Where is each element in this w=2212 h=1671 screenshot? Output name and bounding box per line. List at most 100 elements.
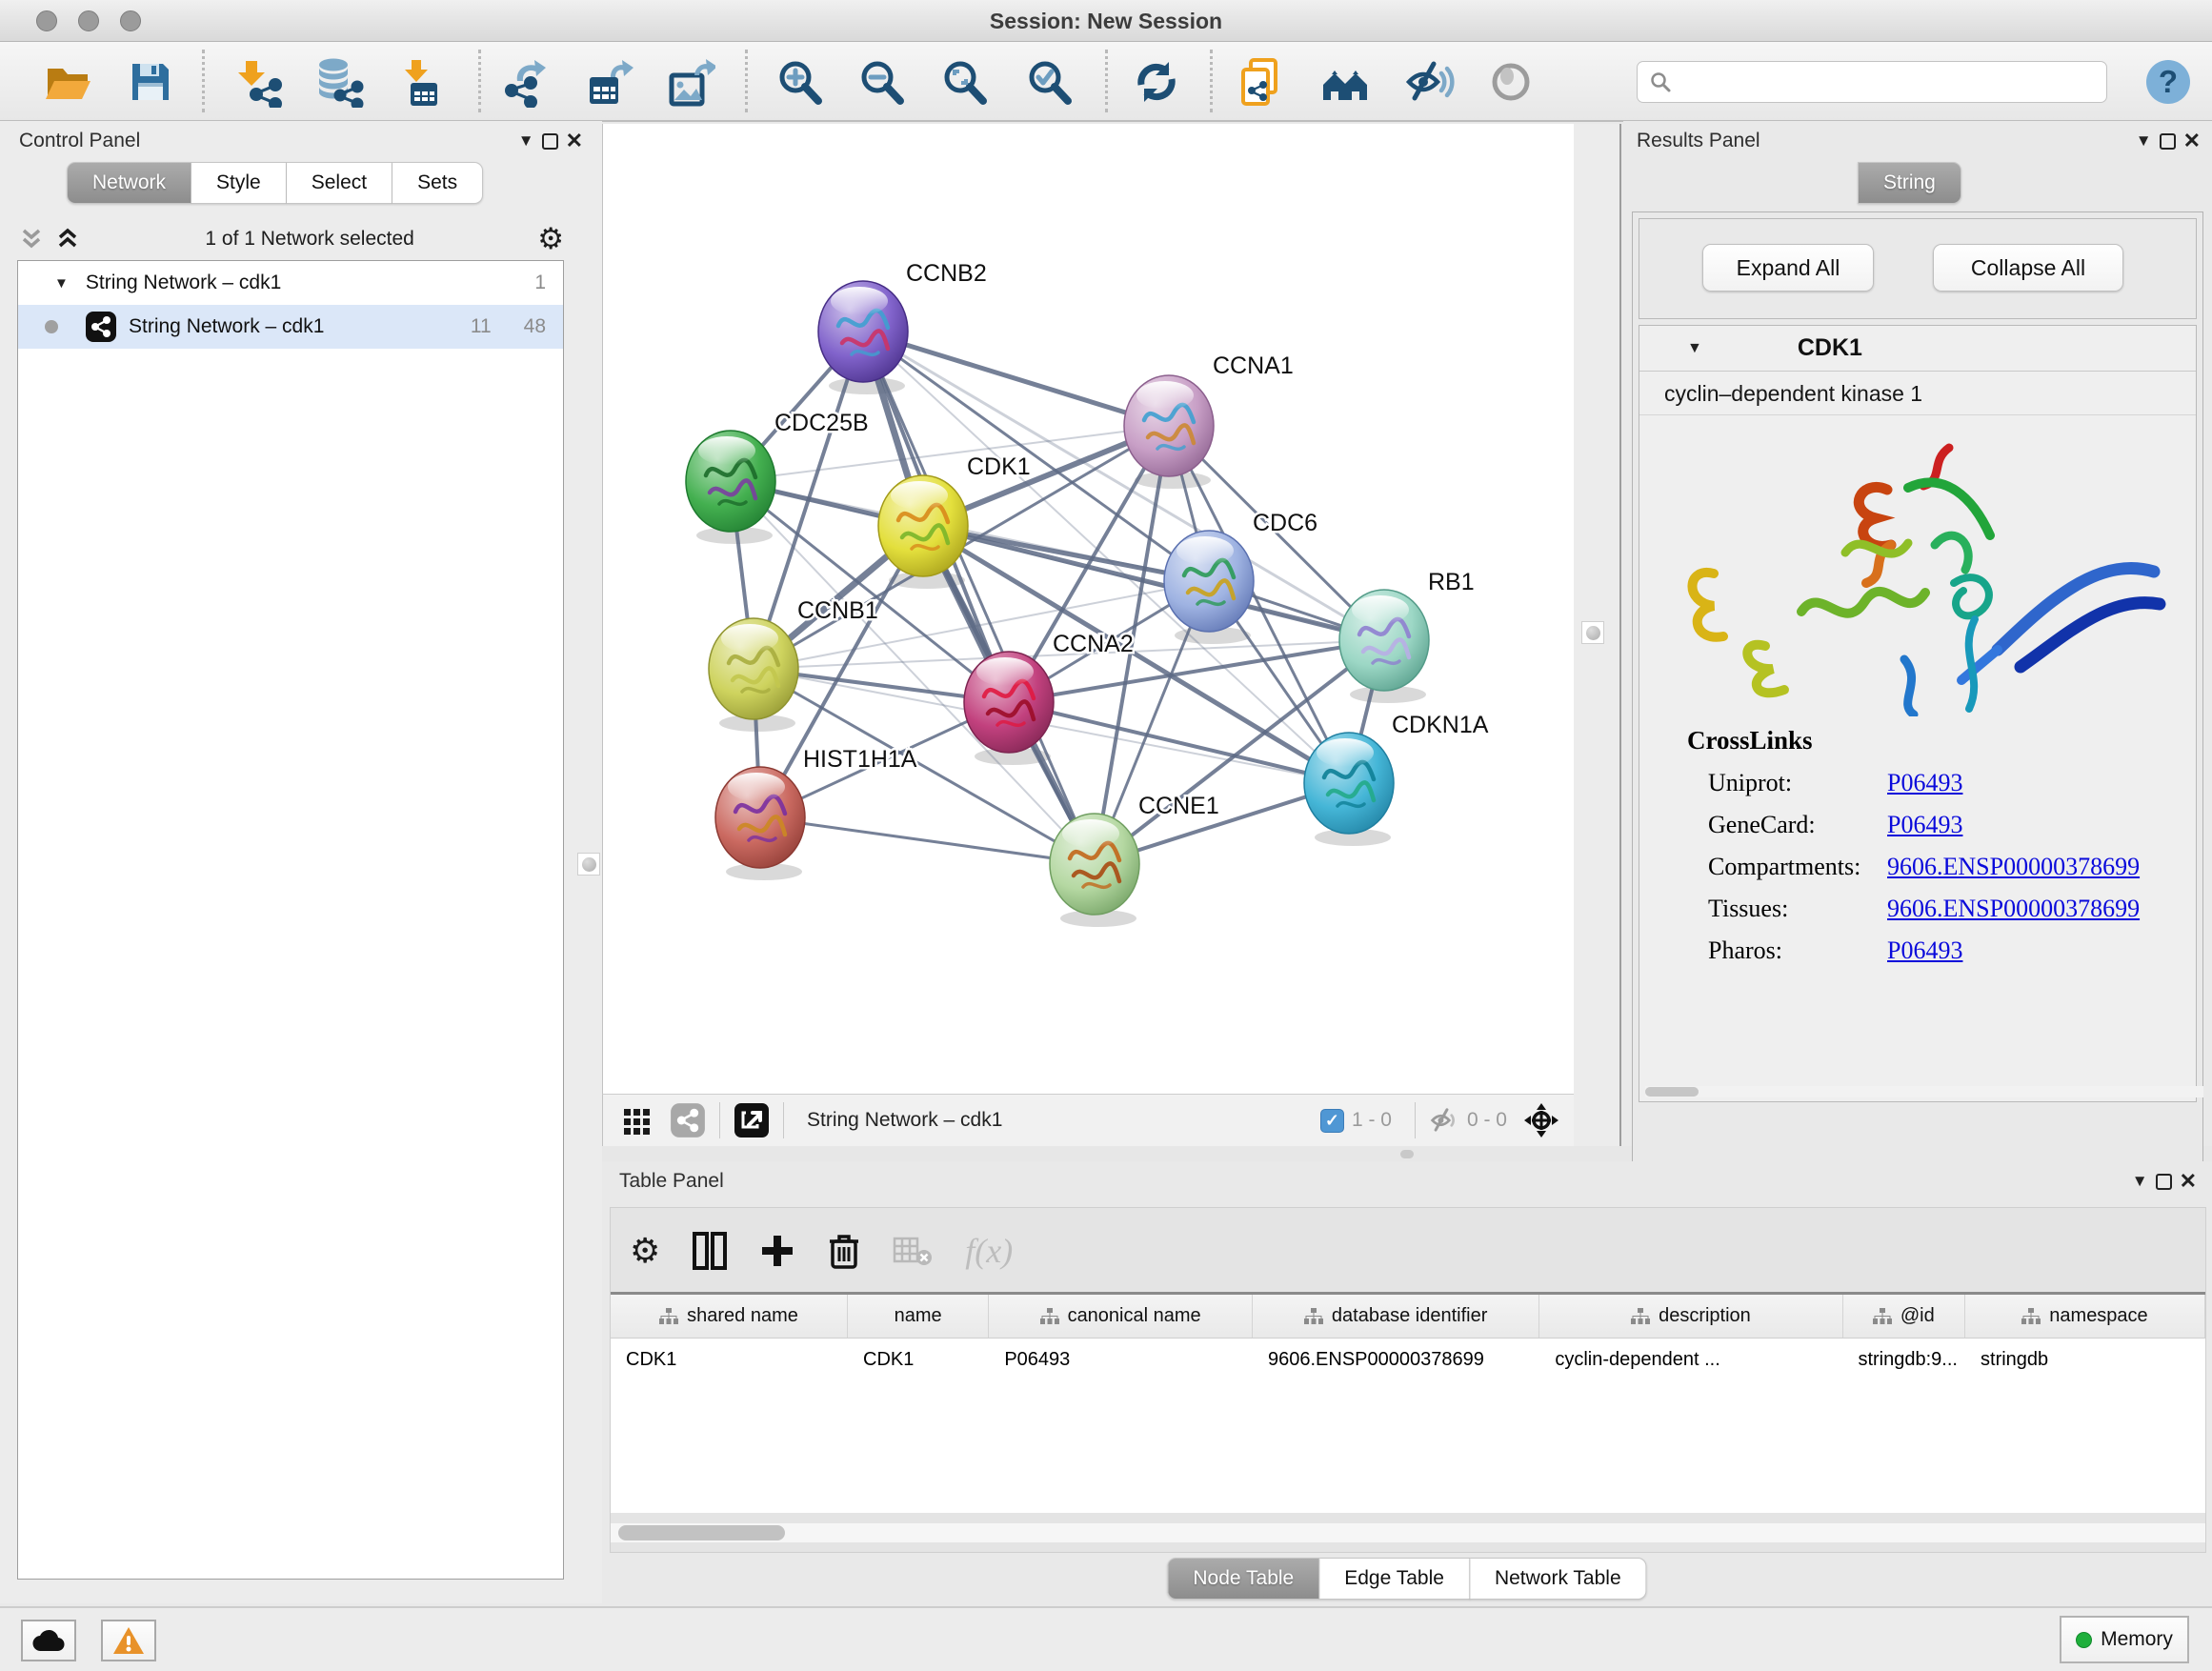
table-cell[interactable]: CDK1: [848, 1339, 989, 1380]
delete-column-icon[interactable]: [828, 1232, 860, 1270]
network-node-CCNB2[interactable]: [818, 281, 908, 382]
results-buttons-box: Expand All Collapse All: [1639, 218, 2197, 319]
open-session-icon[interactable]: [40, 55, 93, 109]
network-row[interactable]: String Network – cdk1 11 48: [18, 305, 563, 349]
create-column-icon[interactable]: [759, 1233, 795, 1269]
import-table-from-file-icon[interactable]: [396, 55, 450, 109]
import-network-from-database-icon[interactable]: [312, 55, 366, 109]
network-node-CCNA1[interactable]: [1124, 375, 1214, 476]
table-panel-float-icon[interactable]: [2156, 1174, 2172, 1190]
network-view-canvas[interactable]: CCNB2CCNA1CDC25BCDK1CDC6RB1CCNB1CCNA2CDK…: [602, 124, 1574, 1094]
network-node-CDC25B[interactable]: [686, 431, 775, 532]
hidden-eye-slash-icon[interactable]: [1429, 1105, 1459, 1136]
network-collection-row[interactable]: ▼ String Network – cdk1 1: [18, 261, 563, 305]
expand-all-button[interactable]: Expand All: [1702, 244, 1874, 292]
results-panel-float-icon[interactable]: [2160, 133, 2176, 150]
save-session-icon[interactable]: [124, 55, 177, 109]
table-row[interactable]: CDK1CDK1P064939606.ENSP00000378699cyclin…: [611, 1339, 2205, 1380]
tab-string[interactable]: String: [1858, 162, 1961, 204]
selected-count: 1 - 0: [1352, 1109, 1392, 1132]
network-node-CDKN1A[interactable]: [1304, 733, 1394, 834]
export-network-icon[interactable]: [499, 55, 553, 109]
crosslink-link[interactable]: 9606.ENSP00000378699: [1887, 853, 2140, 881]
tab-node-table[interactable]: Node Table: [1167, 1558, 1319, 1600]
column-header-namespace[interactable]: namespace: [1965, 1295, 2205, 1338]
refresh-icon[interactable]: [1130, 55, 1183, 109]
zoom-in-icon[interactable]: [774, 55, 827, 109]
table-cell[interactable]: CDK1: [611, 1339, 848, 1380]
tab-edge-table[interactable]: Edge Table: [1319, 1558, 1470, 1600]
cloud-status-button[interactable]: [21, 1620, 76, 1661]
crosslink-link[interactable]: P06493: [1887, 769, 1962, 797]
crosslink-link[interactable]: P06493: [1887, 936, 1962, 965]
table-options-gear-icon[interactable]: ⚙: [630, 1232, 660, 1271]
network-node-RB1[interactable]: [1339, 590, 1429, 691]
right-splitter-collapse-button[interactable]: [1581, 621, 1604, 644]
tab-network[interactable]: Network: [67, 162, 191, 204]
tree-expander-icon[interactable]: ▼: [54, 275, 69, 292]
results-panel-menu-icon[interactable]: ▼: [2136, 131, 2152, 151]
control-panel-menu-icon[interactable]: ▼: [518, 131, 534, 151]
table-cell[interactable]: stringdb:9...: [1842, 1339, 1965, 1380]
column-header-database-identifier[interactable]: database identifier: [1253, 1295, 1539, 1338]
toolbar-separator: [1105, 50, 1108, 112]
pan-crosshair-icon[interactable]: [1522, 1101, 1560, 1139]
network-node-CDC6[interactable]: [1164, 531, 1254, 632]
section-expander-icon[interactable]: ▼: [1687, 340, 1702, 357]
global-search-field[interactable]: [1637, 61, 2107, 103]
crosslink-link[interactable]: 9606.ENSP00000378699: [1887, 895, 2140, 923]
column-header-description[interactable]: description: [1539, 1295, 1842, 1338]
export-table-icon[interactable]: [581, 55, 634, 109]
home-panel-icon[interactable]: [1318, 55, 1372, 109]
tab-select[interactable]: Select: [287, 162, 392, 204]
network-share-icon[interactable]: [670, 1102, 706, 1138]
zoom-out-icon[interactable]: [855, 55, 909, 109]
table-panel-menu-icon[interactable]: ▼: [2132, 1172, 2148, 1191]
control-panel-close-icon[interactable]: ✕: [566, 129, 583, 153]
table-horizontal-scrollbar[interactable]: [611, 1523, 2205, 1542]
network-node-CCNA2[interactable]: [964, 652, 1054, 753]
memory-button[interactable]: Memory: [2060, 1616, 2189, 1663]
export-view-icon[interactable]: [734, 1102, 770, 1138]
zoom-fit-icon[interactable]: [938, 55, 992, 109]
protein-entry-header[interactable]: ▼ CDK1: [1639, 326, 2196, 372]
column-header-shared-name[interactable]: shared name: [611, 1295, 848, 1338]
show-columns-icon[interactable]: [693, 1232, 727, 1270]
results-horizontal-scrollbar[interactable]: [1645, 1086, 2203, 1097]
tab-style[interactable]: Style: [191, 162, 287, 204]
left-splitter-collapse-button[interactable]: [577, 853, 600, 876]
duplicate-network-icon[interactable]: [1235, 55, 1288, 109]
help-icon[interactable]: ?: [2142, 55, 2195, 109]
crosslink-link[interactable]: P06493: [1887, 811, 1962, 839]
table-cell[interactable]: P06493: [989, 1339, 1253, 1380]
column-header-name[interactable]: name: [848, 1295, 989, 1338]
table-cell[interactable]: stringdb: [1965, 1339, 2205, 1380]
network-node-CDK1[interactable]: [878, 475, 968, 576]
network-node-HIST1H1A[interactable]: [715, 767, 805, 868]
column-header-canonical-name[interactable]: canonical name: [989, 1295, 1253, 1338]
table-cell[interactable]: cyclin-dependent ...: [1539, 1339, 1842, 1380]
expand-all-icon[interactable]: [53, 225, 82, 253]
column-header-@id[interactable]: @id: [1843, 1295, 1965, 1338]
birds-eye-grid-icon[interactable]: [620, 1103, 654, 1137]
toolbar-separator: [202, 50, 205, 112]
tab-network-table[interactable]: Network Table: [1470, 1558, 1647, 1600]
collapse-all-icon[interactable]: [17, 225, 46, 253]
results-panel-close-icon[interactable]: ✕: [2183, 129, 2201, 153]
network-options-gear-icon[interactable]: ⚙: [537, 222, 564, 256]
export-image-icon[interactable]: [663, 55, 716, 109]
zoom-selected-icon[interactable]: [1023, 55, 1076, 109]
search-input[interactable]: [1672, 71, 2081, 93]
collapse-all-button[interactable]: Collapse All: [1933, 244, 2123, 292]
show-graphics-details-icon[interactable]: [1484, 55, 1538, 109]
tab-sets[interactable]: Sets: [392, 162, 483, 204]
table-cell[interactable]: 9606.ENSP00000378699: [1253, 1339, 1539, 1380]
hide-graphics-details-icon[interactable]: [1402, 55, 1456, 109]
network-node-CCNE1[interactable]: [1050, 814, 1139, 915]
import-network-from-file-icon[interactable]: [232, 55, 286, 109]
selected-checkbox-icon[interactable]: ✓: [1320, 1109, 1344, 1133]
control-panel-float-icon[interactable]: [542, 133, 558, 150]
warnings-button[interactable]: [101, 1620, 156, 1661]
network-node-CCNB1[interactable]: [709, 618, 798, 719]
table-panel-close-icon[interactable]: ✕: [2180, 1169, 2197, 1194]
